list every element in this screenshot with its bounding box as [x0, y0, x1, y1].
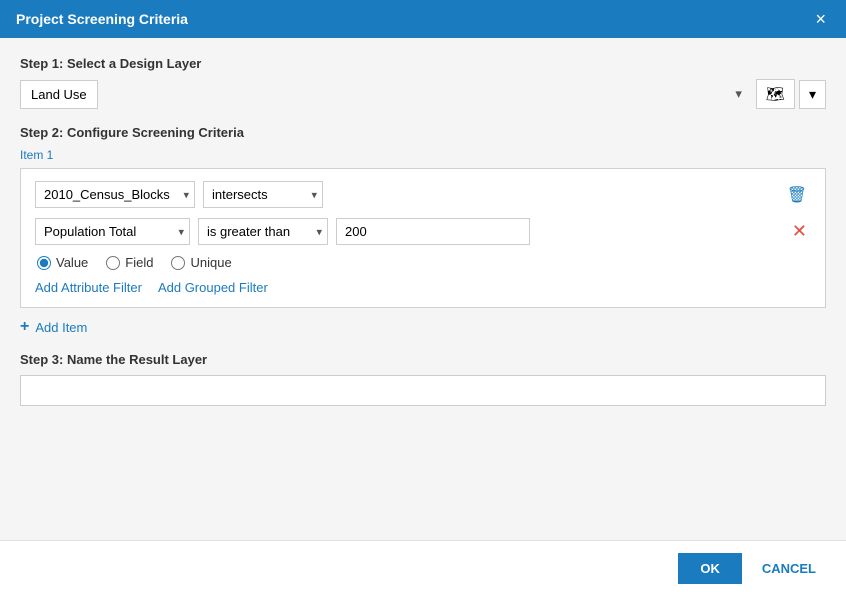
design-layer-row: Land Use Roads Parcels 🗺 ▾: [20, 79, 826, 109]
attribute-filter-row: Population Total Name Area is greater th…: [35, 218, 811, 245]
spatial-filter-row: 2010_Census_Blocks Roads Parcels interse…: [35, 181, 811, 208]
add-item-label: Add Item: [35, 320, 87, 335]
item-container: 2010_Census_Blocks Roads Parcels interse…: [20, 168, 826, 308]
dialog-body: Step 1: Select a Design Layer Land Use R…: [0, 38, 846, 540]
ok-button[interactable]: OK: [678, 553, 742, 584]
design-layer-select[interactable]: Land Use Roads Parcels: [20, 80, 98, 109]
radio-unique-label[interactable]: Unique: [171, 255, 231, 270]
field-select-wrapper: Population Total Name Area: [35, 218, 190, 245]
spatial-layer-select[interactable]: 2010_Census_Blocks Roads Parcels: [35, 181, 195, 208]
add-attribute-filter-button[interactable]: Add Attribute Filter: [35, 280, 142, 295]
step3-label: Step 3: Name the Result Layer: [20, 352, 826, 367]
radio-value-label[interactable]: Value: [37, 255, 88, 270]
dialog-title: Project Screening Criteria: [16, 11, 188, 27]
radio-unique[interactable]: [171, 256, 185, 270]
item-label: Item 1: [20, 148, 826, 162]
cancel-button[interactable]: CANCEL: [752, 553, 826, 584]
radio-unique-text: Unique: [190, 255, 231, 270]
spatial-operator-wrapper: intersects contains within: [203, 181, 323, 208]
add-item-plus-icon: +: [20, 318, 29, 336]
radio-field-label[interactable]: Field: [106, 255, 153, 270]
radio-row: Value Field Unique: [35, 255, 811, 270]
chevron-down-icon: ▾: [809, 86, 816, 103]
close-icon: ✕: [792, 221, 807, 241]
value-input[interactable]: [336, 218, 530, 245]
radio-field-text: Field: [125, 255, 153, 270]
title-bar: Project Screening Criteria ×: [0, 0, 846, 38]
layers-icon-button[interactable]: 🗺: [756, 79, 795, 109]
dialog: Project Screening Criteria × Step 1: Sel…: [0, 0, 846, 596]
spatial-operator-select[interactable]: intersects contains within: [203, 181, 323, 208]
step1-section: Step 1: Select a Design Layer Land Use R…: [20, 56, 826, 109]
delete-item-button[interactable]: 🗑: [783, 183, 811, 207]
radio-value[interactable]: [37, 256, 51, 270]
result-layer-input[interactable]: [20, 375, 826, 406]
links-row: Add Attribute Filter Add Grouped Filter: [35, 280, 811, 295]
layer-select-wrapper: Land Use Roads Parcels: [20, 80, 752, 109]
trash-icon: 🗑: [787, 187, 807, 204]
add-item-row[interactable]: + Add Item: [20, 318, 826, 336]
close-button[interactable]: ×: [811, 10, 830, 28]
spatial-layer-wrapper: 2010_Census_Blocks Roads Parcels: [35, 181, 195, 208]
radio-field[interactable]: [106, 256, 120, 270]
layers-icon: 🗺: [766, 85, 785, 103]
step2-section: Step 2: Configure Screening Criteria Ite…: [20, 125, 826, 336]
add-grouped-filter-button[interactable]: Add Grouped Filter: [158, 280, 268, 295]
condition-select-wrapper: is greater than is less than is equal to…: [198, 218, 328, 245]
radio-value-text: Value: [56, 255, 88, 270]
field-select[interactable]: Population Total Name Area: [35, 218, 190, 245]
step2-label: Step 2: Configure Screening Criteria: [20, 125, 826, 140]
remove-filter-button[interactable]: ✕: [788, 219, 811, 244]
step1-label: Step 1: Select a Design Layer: [20, 56, 826, 71]
dialog-footer: OK CANCEL: [0, 540, 846, 596]
step3-section: Step 3: Name the Result Layer: [20, 352, 826, 406]
condition-select[interactable]: is greater than is less than is equal to…: [198, 218, 328, 245]
layer-dropdown-button[interactable]: ▾: [799, 80, 826, 109]
